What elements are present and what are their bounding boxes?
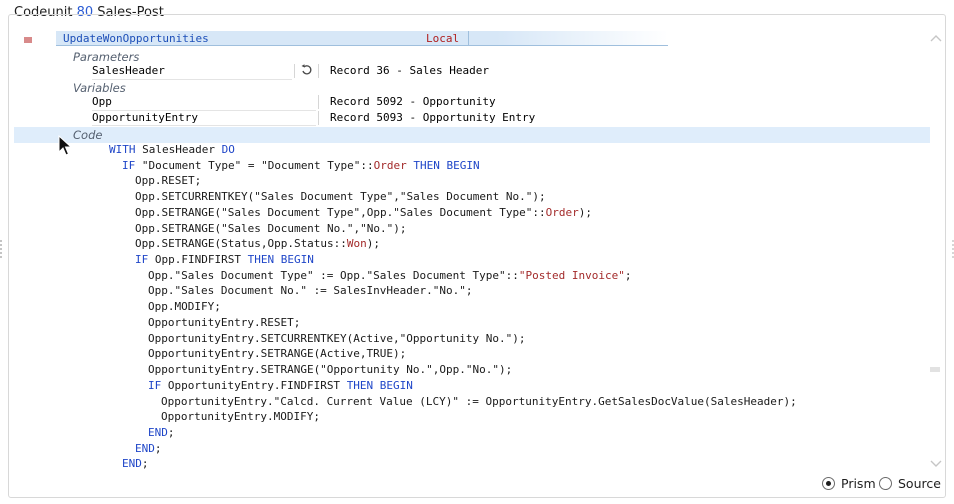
variable-name[interactable]: Opp — [92, 95, 112, 108]
code-text: Opp."Sales Document Type" := Opp."Sales … — [148, 268, 519, 282]
code-text: OpportunityEntry.MODIFY; — [161, 410, 320, 424]
prism-radio[interactable] — [822, 477, 835, 490]
code-line[interactable]: END; — [148, 426, 175, 439]
code-keyword: END — [148, 425, 168, 439]
variable-separator — [318, 95, 319, 109]
source-radio[interactable] — [879, 477, 892, 490]
code-text: Opp.MODIFY; — [148, 300, 221, 314]
code-keyword: IF — [135, 253, 149, 267]
code-line[interactable]: END; — [135, 442, 162, 455]
code-line[interactable]: Opp.SETRANGE(Status,Opp.Status::Won); — [135, 237, 380, 250]
code-line[interactable]: IF "Document Type" = "Document Type"::Or… — [122, 159, 480, 172]
procedure-name[interactable]: UpdateWonOpportunities — [63, 32, 209, 45]
code-text: OpportunityEntry.SETCURRENTKEY(Active,"O… — [148, 331, 526, 345]
parameter-type: Record 36 - Sales Header — [330, 64, 489, 77]
code-text: ); — [366, 237, 381, 251]
parameter-name[interactable]: SalesHeader — [92, 64, 165, 77]
scrollbar-marker[interactable] — [930, 367, 940, 372]
code-keyword: IF — [122, 158, 136, 172]
code-line[interactable]: Opp.MODIFY; — [148, 300, 221, 313]
code-text: ; — [141, 457, 149, 471]
code-option-value: "Posted Invoice" — [518, 268, 625, 282]
code-text: OpportunityEntry.FINDFIRST — [161, 378, 347, 392]
parameter-name-underline — [92, 79, 292, 80]
procedure-scope: Local — [426, 32, 460, 45]
code-option-value: Order — [373, 158, 407, 172]
code-keyword: THEN BEGIN — [413, 158, 480, 172]
code-line[interactable]: Opp.SETRANGE("Sales Document Type",Opp."… — [135, 206, 592, 219]
parameter-type-separator — [318, 64, 319, 78]
code-text: ; — [624, 268, 632, 282]
code-line[interactable]: OpportunityEntry.SETRANGE(Active,TRUE); — [148, 347, 406, 360]
code-line[interactable]: OpportunityEntry.MODIFY; — [161, 410, 320, 423]
chevron-up-icon[interactable] — [930, 34, 942, 45]
code-line[interactable]: OpportunityEntry.RESET; — [148, 316, 300, 329]
code-text: Opp.SETCURRENTKEY("Sales Document Type",… — [135, 190, 546, 204]
variable-name[interactable]: OpportunityEntry — [92, 111, 198, 124]
code-text: OpportunityEntry.RESET; — [148, 315, 301, 329]
source-radio-label: Source — [898, 476, 941, 491]
view-option-prism[interactable]: Prism — [822, 476, 876, 491]
code-text: Opp.SETRANGE(Status,Opp.Status:: — [135, 237, 347, 251]
code-keyword: END — [122, 457, 142, 471]
code-keyword: WITH — [109, 143, 136, 156]
breakpoint-marker[interactable] — [24, 37, 32, 43]
code-text: Opp.RESET; — [135, 174, 202, 188]
parameter-separator — [294, 64, 295, 78]
code-keyword: THEN BEGIN — [247, 253, 314, 267]
code-line[interactable]: END; — [122, 457, 149, 470]
code-line[interactable]: Opp."Sales Document Type" := Opp."Sales … — [148, 269, 631, 282]
variable-separator — [318, 111, 319, 125]
code-line[interactable]: Opp.RESET; — [135, 174, 201, 187]
code-line[interactable]: WITH SalesHeader DO — [109, 143, 235, 156]
code-line[interactable]: Opp.SETCURRENTKEY("Sales Document Type",… — [135, 190, 546, 203]
code-option-value: Won — [346, 237, 367, 251]
undo-arrow-icon[interactable] — [301, 64, 312, 78]
code-line[interactable]: IF OpportunityEntry.FINDFIRST THEN BEGIN — [148, 379, 413, 392]
code-line[interactable]: Opp."Sales Document No." := SalesInvHead… — [148, 284, 473, 297]
code-keyword: DO — [221, 143, 235, 156]
code-line[interactable]: OpportunityEntry.SETRANGE("Opportunity N… — [148, 363, 512, 376]
code-text: OpportunityEntry.SETRANGE("Opportunity N… — [148, 363, 513, 377]
parameters-label: Parameters — [73, 50, 140, 64]
code-line[interactable]: OpportunityEntry.SETCURRENTKEY(Active,"O… — [148, 332, 526, 345]
code-text: ; — [167, 425, 175, 439]
code-text: "Document Type" = "Document Type":: — [135, 158, 374, 172]
variable-type: Record 5093 - Opportunity Entry — [330, 111, 536, 124]
code-text: SalesHeader — [135, 143, 222, 156]
code-text: Opp.FINDFIRST — [148, 253, 248, 267]
code-text: OpportunityEntry.SETRANGE(Active,TRUE); — [148, 347, 407, 361]
code-text: Opp."Sales Document No." := SalesInvHead… — [148, 284, 473, 298]
code-text: ); — [578, 205, 592, 219]
code-label: Code — [73, 128, 103, 142]
mouse-pointer-icon — [58, 134, 73, 161]
code-keyword: END — [135, 441, 155, 455]
code-text: OpportunityEntry."Calcd. Current Value (… — [161, 394, 797, 408]
left-resize-handle[interactable] — [0, 240, 2, 258]
variables-label: Variables — [73, 81, 126, 95]
variable-type: Record 5092 - Opportunity — [330, 95, 496, 108]
code-keyword: IF — [148, 378, 162, 392]
code-option-value: Order — [545, 205, 579, 219]
procedure-separator — [468, 31, 469, 46]
variable-name-underline — [92, 125, 316, 126]
code-text: Opp.SETRANGE("Sales Document No.","No.")… — [135, 221, 407, 235]
chevron-down-icon[interactable] — [930, 460, 942, 471]
code-line[interactable]: OpportunityEntry."Calcd. Current Value (… — [161, 395, 797, 408]
code-line[interactable]: Opp.SETRANGE("Sales Document No.","No.")… — [135, 222, 407, 235]
code-keyword: THEN BEGIN — [346, 378, 413, 392]
code-text: ; — [154, 441, 162, 455]
prism-radio-label: Prism — [841, 476, 876, 491]
code-line[interactable]: IF Opp.FINDFIRST THEN BEGIN — [135, 253, 314, 266]
code-text: Opp.SETRANGE("Sales Document Type",Opp."… — [135, 205, 546, 219]
code-header-row[interactable] — [14, 127, 930, 143]
view-option-source[interactable]: Source — [879, 476, 941, 491]
